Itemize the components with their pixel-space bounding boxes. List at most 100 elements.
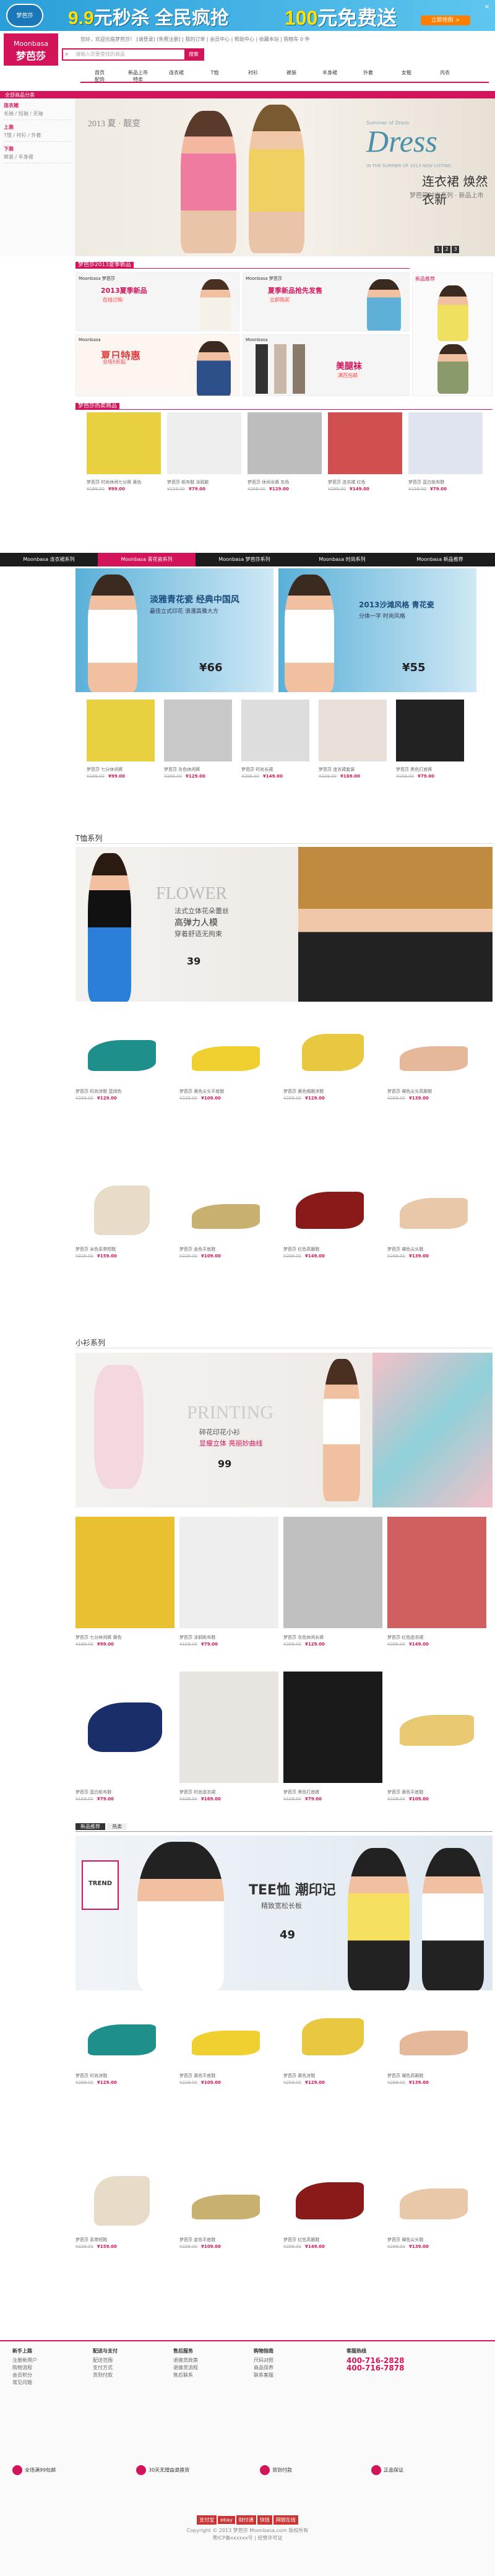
product-card[interactable]: 梦芭莎 灰色休闲长裤 ¥269.00 ¥129.00: [283, 1517, 382, 1650]
product-name[interactable]: 梦芭莎 休闲长裤 灰色: [248, 479, 322, 485]
tee-banner[interactable]: TREND TEE恤 潮印记 精致宽松长板 49: [75, 1836, 493, 1990]
tab-fashion[interactable]: Moonbasa 时尚系列: [293, 553, 391, 566]
product-name[interactable]: 梦芭莎 灰色休闲长裤: [283, 1634, 382, 1641]
shoe-card[interactable]: 梦芭莎 金色平底鞋 ¥229.00 ¥109.00: [179, 2170, 278, 2253]
shoe-card[interactable]: 梦芭莎 红色高跟鞋 ¥299.00 ¥149.00: [283, 1179, 382, 1263]
product-name[interactable]: 梦芭莎 蓝白帆布鞋: [408, 479, 483, 485]
porcelain-banner-left[interactable]: 淡雅青花瓷 经典中国风 最佳立式印花 浪漫高雅大方 ¥66: [75, 568, 273, 692]
tab-moonbasa[interactable]: Moonbasa 梦芭莎系列: [196, 553, 293, 566]
product-name[interactable]: 梦芭莎 黑色打底裤: [283, 1789, 382, 1795]
product-name[interactable]: 梦芭莎 金色平底鞋: [179, 1246, 278, 1252]
tab-hot[interactable]: 热卖: [107, 1823, 127, 1830]
product-card[interactable]: 梦芭莎 七分休闲裤 ¥199.00 ¥99.00: [87, 700, 155, 783]
sidebar-sub[interactable]: T恤 / 衬衫 / 外套: [4, 132, 71, 139]
nav-item[interactable]: 裤装: [272, 69, 311, 76]
shoe-card[interactable]: 梦芭莎 裸色尖头高跟鞋 ¥289.00 ¥139.00: [387, 1021, 486, 1105]
shoe-card[interactable]: 梦芭莎 黄色平底鞋 ¥229.00 ¥109.00: [179, 2006, 278, 2089]
brand-logo[interactable]: Moonbasa 梦芭莎: [4, 33, 58, 66]
promo-tile[interactable]: Moonbasa 美腿袜 满百包邮: [243, 334, 410, 396]
nav-item[interactable]: 特卖: [119, 76, 157, 83]
product-name[interactable]: 梦芭莎 黄色平底鞋: [179, 2073, 278, 2079]
product-name[interactable]: 梦芭莎 裸色尖头高跟鞋: [387, 1088, 486, 1095]
product-name[interactable]: 梦芭莎 时尚凉鞋 蓝绿色: [75, 1088, 174, 1095]
product-name[interactable]: 梦芭莎 时尚凉鞋: [75, 2073, 174, 2079]
product-card[interactable]: 梦芭莎 黄色平底鞋 ¥229.00 ¥109.00: [387, 1672, 486, 1805]
shoe-card[interactable]: 梦芭莎 黄色尖头平底鞋 ¥229.00 ¥109.00: [179, 1021, 278, 1105]
product-name[interactable]: 梦芭莎 时尚休闲七分裤 黄色: [87, 479, 161, 485]
promo-tile[interactable]: Moonbasa 梦芭莎 夏季新品抢先发售 立即购买: [243, 272, 410, 331]
product-name[interactable]: 梦芭莎 系带短靴: [75, 2237, 174, 2243]
search-box[interactable]: ⌕ 请输入您要查找的商品 搜索: [62, 48, 204, 61]
product-name[interactable]: 梦芭莎 时尚连衣裙: [179, 1789, 278, 1795]
product-name[interactable]: 梦芭莎 米色系带短靴: [75, 1246, 174, 1252]
footer-link[interactable]: 常见问题: [12, 2379, 87, 2387]
nav-item[interactable]: 配饰: [80, 76, 119, 83]
product-name[interactable]: 梦芭莎 时尚长裙: [241, 766, 309, 773]
product-name[interactable]: 梦芭莎 连衣裙 红色: [328, 479, 402, 485]
promo-tile[interactable]: Moonbasa 梦芭莎 2013夏季新品 在线订购: [75, 272, 239, 331]
tab-dress[interactable]: Moonbasa 连衣裙系列: [0, 553, 98, 566]
shirt-banner[interactable]: PRINTING 碎花印花小衫 显瘦立体 亮丽妙曲线 99: [75, 1353, 493, 1507]
tshirt-banner[interactable]: FLOWER 法式立体花朵蕾丝 高弹力人模 穿着舒适无拘束 39: [75, 847, 493, 1002]
pager-dot[interactable]: 3: [452, 246, 459, 253]
product-name[interactable]: 梦芭莎 裸色高跟鞋: [387, 2073, 486, 2079]
footer-link[interactable]: 货到付款: [93, 2372, 167, 2379]
product-card[interactable]: 梦芭莎 时尚连衣裙 ¥329.00 ¥169.00: [179, 1672, 278, 1805]
nav-item[interactable]: 女鞋: [387, 69, 426, 76]
promo-tile[interactable]: Moonbasa 夏日特惠 全场5折起: [75, 334, 239, 396]
product-name[interactable]: 梦芭莎 红色高跟鞋: [283, 1246, 382, 1252]
product-card[interactable]: 梦芭莎 红色连衣裙 ¥299.00 ¥149.00: [387, 1517, 486, 1650]
product-card[interactable]: 梦芭莎 灰色休闲裤 ¥269.00 ¥129.00: [164, 700, 232, 783]
search-button[interactable]: 搜索: [184, 50, 203, 59]
shoe-card[interactable]: 梦芭莎 黄色细跟凉鞋 ¥259.00 ¥129.00: [283, 1021, 382, 1105]
footer-link[interactable]: 配送范围: [93, 2357, 167, 2364]
close-icon[interactable]: ×: [483, 2, 491, 11]
product-name[interactable]: 梦芭莎 七分休闲裤 黄色: [75, 1634, 174, 1641]
top-promo-banner[interactable]: 梦芭莎 9.9元秒杀 全民疯抢 100元免费送 立即抢购 > ×: [0, 0, 495, 31]
product-name[interactable]: 梦芭莎 黄色平底鞋: [387, 1789, 486, 1795]
pager-dot[interactable]: 1: [434, 246, 442, 253]
promo-cta-button[interactable]: 立即抢购 >: [421, 15, 470, 25]
shoe-card[interactable]: 梦芭莎 黄色凉鞋 ¥259.00 ¥129.00: [283, 2006, 382, 2089]
shoe-card[interactable]: 梦芭莎 金色平底鞋 ¥229.00 ¥109.00: [179, 1179, 278, 1263]
shoe-card[interactable]: 梦芭莎 红色高跟鞋 ¥299.00 ¥149.00: [283, 2170, 382, 2253]
shoe-card[interactable]: 梦芭莎 裸色尖头鞋 ¥289.00 ¥139.00: [387, 1179, 486, 1263]
pager-dot[interactable]: 2: [443, 246, 450, 253]
shoe-card[interactable]: 梦芭莎 裸色高跟鞋 ¥289.00 ¥139.00: [387, 2006, 486, 2089]
footer-link[interactable]: 退换货政策: [173, 2357, 248, 2364]
sidebar-section[interactable]: 上装 T恤 / 衬衫 / 外套: [4, 124, 71, 142]
product-name[interactable]: 梦芭莎 红色高跟鞋: [283, 2237, 382, 2243]
nav-item[interactable]: 衬衫: [234, 69, 272, 76]
product-name[interactable]: 梦芭莎 裸色尖头鞋: [387, 2237, 486, 2243]
nav-item[interactable]: T恤: [196, 69, 234, 76]
product-name[interactable]: 梦芭莎 黄色凉鞋: [283, 2073, 382, 2079]
footer-link[interactable]: 购物流程: [12, 2364, 87, 2372]
tab-new[interactable]: Moonbasa 新品推荐: [391, 553, 489, 566]
tab-porcelain[interactable]: Moonbasa 青花瓷系列: [98, 553, 196, 566]
product-name[interactable]: 梦芭莎 裸色尖头鞋: [387, 1246, 486, 1252]
product-card[interactable]: 梦芭莎 蓝白帆布鞋 ¥159.00 ¥79.00: [75, 1672, 174, 1805]
search-input[interactable]: 请输入您要查找的商品: [75, 51, 125, 58]
sidebar-section[interactable]: 连衣裙 长袖 / 短袖 / 无袖: [4, 102, 71, 120]
product-name[interactable]: 梦芭莎 连衣裙套装: [319, 766, 387, 773]
product-card[interactable]: 梦芭莎 连衣裙套装 ¥329.00 ¥169.00: [319, 700, 387, 783]
footer-link[interactable]: 会员积分: [12, 2372, 87, 2379]
product-name[interactable]: 梦芭莎 涂鸦帆布鞋: [179, 1634, 278, 1641]
product-card[interactable]: 梦芭莎 连衣裙 红色 ¥299.00 ¥149.00: [328, 412, 402, 496]
footer-link[interactable]: 注册新用户: [12, 2357, 87, 2364]
shoe-card[interactable]: 梦芭莎 系带短靴 ¥329.00 ¥159.00: [75, 2170, 174, 2253]
porcelain-banner-right[interactable]: 2013沙滩风格 青花瓷 分体一字 时尚风格 ¥55: [278, 568, 476, 692]
footer-link[interactable]: 联系客服: [254, 2372, 328, 2379]
product-card[interactable]: 梦芭莎 涂鸦帆布鞋 ¥159.00 ¥79.00: [179, 1517, 278, 1650]
product-name[interactable]: 梦芭莎 灰色休闲裤: [164, 766, 232, 773]
product-card[interactable]: 梦芭莎 黑色打底裤 ¥159.00 ¥79.00: [283, 1672, 382, 1805]
product-name[interactable]: 梦芭莎 金色平底鞋: [179, 2237, 278, 2243]
footer-link[interactable]: 商品保养: [254, 2364, 328, 2372]
product-card[interactable]: 梦芭莎 时尚休闲七分裤 黄色 ¥199.00 ¥99.00: [87, 412, 161, 496]
category-bar[interactable]: 全部商品分类: [0, 91, 495, 98]
product-card[interactable]: 梦芭莎 七分休闲裤 黄色 ¥199.00 ¥99.00: [75, 1517, 174, 1650]
nav-item[interactable]: 连衣裙: [157, 69, 196, 76]
footer-link[interactable]: 支付方式: [93, 2364, 167, 2372]
shoe-card[interactable]: 梦芭莎 时尚凉鞋 蓝绿色 ¥269.00 ¥129.00: [75, 1021, 174, 1105]
nav-item[interactable]: 半身裙: [311, 69, 349, 76]
